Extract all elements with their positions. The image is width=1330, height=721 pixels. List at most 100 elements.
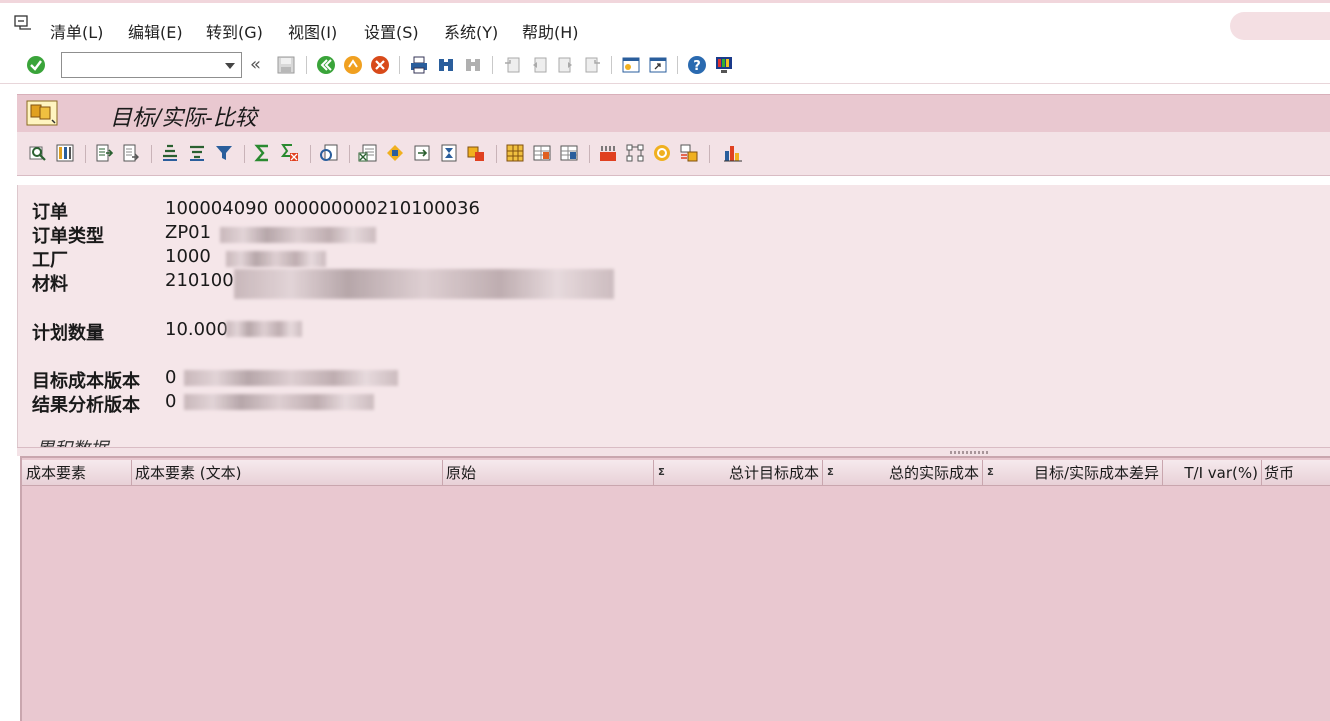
- order-header: 订单 100004090 000000000210100036 订单类型 ZP0…: [17, 185, 1330, 447]
- result-analysis-version-value: 0: [165, 391, 177, 412]
- toolbar-separator: [244, 145, 245, 163]
- export-icon[interactable]: [94, 143, 114, 163]
- planned-quantity-value: 10.000: [165, 319, 228, 340]
- title-bar: 目标/实际-比较: [17, 94, 1330, 132]
- shortcut-icon[interactable]: [648, 55, 668, 75]
- enter-check-icon[interactable]: [26, 55, 46, 75]
- column-header-variance-percent[interactable]: T/I var(%): [1163, 460, 1262, 486]
- find-next-icon[interactable]: [463, 55, 483, 75]
- redacted-text: [226, 251, 326, 267]
- system-menu-icon[interactable]: [14, 15, 32, 31]
- command-input[interactable]: [62, 53, 217, 77]
- sigma-icon: Σ: [658, 467, 665, 478]
- chevron-down-icon[interactable]: [225, 63, 235, 69]
- cost-element-icon[interactable]: [598, 143, 618, 163]
- cost-comparison-grid: 成本要素 成本要素 (文本) 原始 Σ 总计目标成本 Σ 总的实际成本 Σ 目标…: [20, 456, 1330, 721]
- column-header-total-actual-cost[interactable]: Σ 总的实际成本: [823, 460, 983, 486]
- exit-icon[interactable]: [343, 55, 363, 75]
- column-header-currency[interactable]: 货币: [1262, 460, 1330, 486]
- toolbar-separator: [496, 145, 497, 163]
- target-cost-version-value: 0: [165, 367, 177, 388]
- column-header-origin[interactable]: 原始: [443, 460, 654, 486]
- toolbar-separator: [492, 56, 493, 74]
- column-header-cost-element[interactable]: 成本要素: [22, 460, 132, 486]
- menu-edit[interactable]: 编辑(E): [128, 19, 183, 43]
- back-chevron-icon[interactable]: «: [250, 54, 261, 75]
- splitter-handle[interactable]: [17, 447, 1330, 456]
- plant-value: 1000: [165, 246, 211, 267]
- total-sigma-icon[interactable]: [253, 143, 273, 163]
- change-layout-icon[interactable]: [532, 143, 552, 163]
- column-header-target-actual-variance[interactable]: Σ 目标/实际成本差异: [983, 460, 1163, 486]
- back-icon[interactable]: [316, 55, 336, 75]
- menu-view[interactable]: 视图(I): [288, 19, 337, 43]
- menu-settings[interactable]: 设置(S): [364, 19, 419, 43]
- application-toolbar: [17, 132, 1330, 176]
- toolbar-separator: [306, 56, 307, 74]
- word-processing-icon[interactable]: [385, 143, 405, 163]
- column-header-total-target-cost[interactable]: Σ 总计目标成本: [654, 460, 823, 486]
- command-field[interactable]: [61, 52, 242, 78]
- display-variant-icon[interactable]: [679, 143, 699, 163]
- redacted-text: [226, 321, 302, 337]
- local-file-icon[interactable]: [412, 143, 432, 163]
- toolbar-separator: [611, 56, 612, 74]
- window-controls-area: [1230, 12, 1330, 40]
- first-page-icon[interactable]: [502, 55, 522, 75]
- cancel-icon[interactable]: [370, 55, 390, 75]
- order-label: 订单: [32, 202, 68, 223]
- toolbar-separator: [589, 145, 590, 163]
- customize-layout-icon[interactable]: [714, 55, 734, 75]
- sigma-icon: Σ: [987, 467, 994, 478]
- save-layout-icon[interactable]: [559, 143, 579, 163]
- save-icon[interactable]: [276, 55, 296, 75]
- choose-layout-icon[interactable]: [55, 143, 75, 163]
- menu-help[interactable]: 帮助(H): [522, 19, 579, 43]
- sort-ascending-icon[interactable]: [160, 143, 180, 163]
- graphic-chart-icon[interactable]: [723, 143, 743, 163]
- material-value: 210100: [165, 270, 234, 291]
- print-preview-icon[interactable]: [319, 143, 339, 163]
- menu-list[interactable]: 清单(L): [50, 19, 103, 43]
- menu-bar: 清单(L) 编辑(E) 转到(G) 视图(I) 设置(S) 系统(Y) 帮助(H…: [0, 0, 1330, 46]
- sort-descending-icon[interactable]: [187, 143, 207, 163]
- order-type-value: ZP01: [165, 222, 212, 243]
- toolbar-separator: [85, 145, 86, 163]
- last-page-icon[interactable]: [583, 55, 603, 75]
- redacted-text: [184, 394, 374, 410]
- details-icon[interactable]: [28, 143, 48, 163]
- print-icon[interactable]: [409, 55, 429, 75]
- menu-goto[interactable]: 转到(G): [206, 19, 263, 43]
- grid-layout-icon[interactable]: [505, 143, 525, 163]
- menu-system[interactable]: 系统(Y): [444, 19, 498, 43]
- cycle-icon[interactable]: [652, 143, 672, 163]
- order-value: 100004090 000000000210100036: [165, 198, 480, 219]
- toolbar-separator: [399, 56, 400, 74]
- splitter-grip[interactable]: [950, 451, 990, 454]
- filter-icon[interactable]: [214, 143, 234, 163]
- toolbar-separator: [310, 145, 311, 163]
- redacted-text: [184, 370, 398, 386]
- subtotal-icon[interactable]: [280, 143, 300, 163]
- redacted-text: [234, 269, 614, 299]
- material-label: 材料: [32, 274, 68, 295]
- column-header-cost-element-text[interactable]: 成本要素 (文本): [132, 460, 443, 486]
- hierarchy-icon[interactable]: [625, 143, 645, 163]
- result-analysis-version-label: 结果分析版本: [32, 395, 140, 416]
- new-session-icon[interactable]: [621, 55, 641, 75]
- sigma-icon: Σ: [827, 467, 834, 478]
- svg-text:?: ?: [693, 59, 701, 74]
- next-page-icon[interactable]: [556, 55, 576, 75]
- abc-analysis-icon[interactable]: [466, 143, 486, 163]
- order-type-label: 订单类型: [32, 226, 104, 247]
- help-icon[interactable]: ?: [687, 55, 707, 75]
- find-icon[interactable]: [436, 55, 456, 75]
- mail-recipient-icon[interactable]: [439, 143, 459, 163]
- redacted-text: [220, 227, 376, 243]
- transaction-icon[interactable]: [26, 100, 58, 126]
- grid-header: 成本要素 成本要素 (文本) 原始 Σ 总计目标成本 Σ 总的实际成本 Σ 目标…: [22, 460, 1330, 486]
- toolbar-separator: [151, 145, 152, 163]
- previous-page-icon[interactable]: [529, 55, 549, 75]
- spreadsheet-icon[interactable]: [358, 143, 378, 163]
- import-icon[interactable]: [121, 143, 141, 163]
